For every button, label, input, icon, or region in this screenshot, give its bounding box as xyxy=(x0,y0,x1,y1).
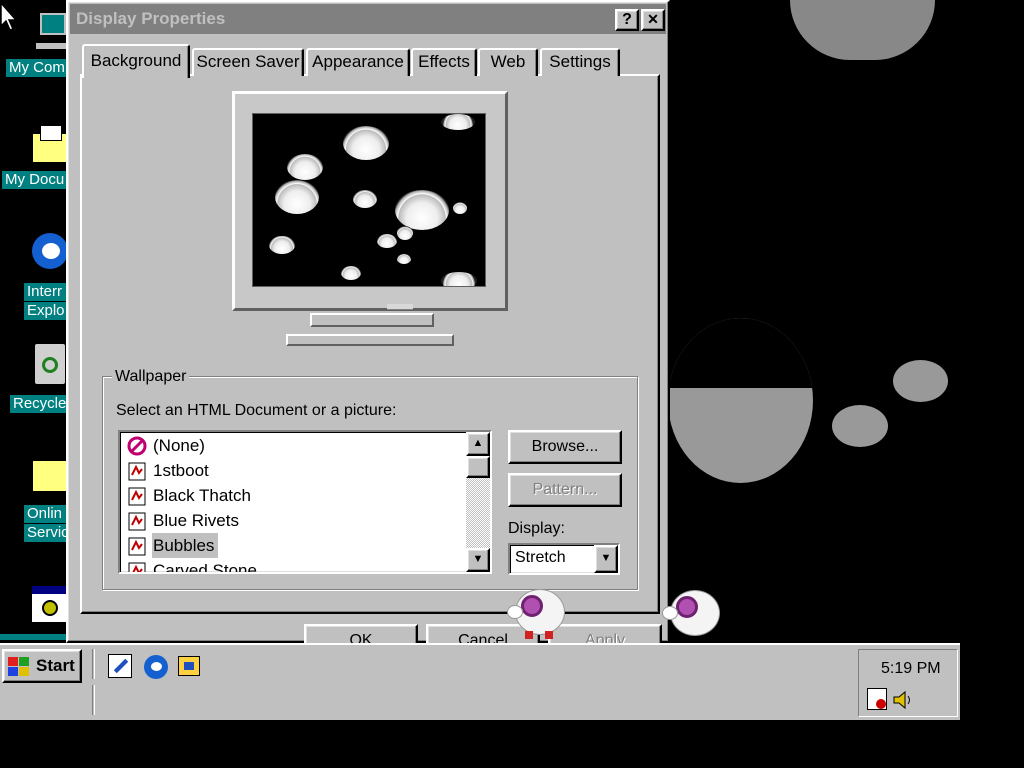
desktop-icon-label: Onlin xyxy=(24,505,70,523)
sheep-character[interactable] xyxy=(662,588,722,642)
quicklaunch-channels-icon[interactable] xyxy=(178,654,202,678)
desktop-icon-my-documents[interactable]: My Docu xyxy=(0,115,70,195)
list-item-selected[interactable]: Bubbles xyxy=(124,533,460,558)
wallpaper-bubble-top xyxy=(790,0,935,60)
desktop-icon-recycle-bin[interactable]: Recycle xyxy=(0,335,70,420)
folder-icon xyxy=(30,454,70,494)
listbox-scrollbar[interactable]: ▲ ▼ xyxy=(466,432,490,572)
system-tray: 5:19 PM xyxy=(858,649,958,717)
desktop-icon-label: Recycle xyxy=(10,395,70,413)
wallpaper-bubble-small-2 xyxy=(832,405,888,447)
list-item-label: Blue Rivets xyxy=(153,511,239,530)
wallpaper-group-label: Wallpaper xyxy=(112,368,190,386)
wallpaper-bubble-large xyxy=(668,318,813,483)
display-properties-dialog: Display Properties ? ✕ Background Screen… xyxy=(66,0,670,643)
list-item-label: 1stboot xyxy=(153,461,209,480)
chevron-down-icon[interactable]: ▼ xyxy=(594,545,618,573)
close-button[interactable]: ✕ xyxy=(641,9,665,31)
tab-background[interactable]: Background xyxy=(82,44,190,78)
desktop-icon-setup[interactable] xyxy=(0,580,70,640)
monitor-base xyxy=(286,334,454,346)
list-item[interactable]: Black Thatch xyxy=(124,483,460,508)
taskbar-divider xyxy=(92,649,95,679)
none-icon xyxy=(127,436,147,456)
tab-appearance[interactable]: Appearance xyxy=(306,48,410,76)
desktop-icon-label: Interr xyxy=(24,283,70,301)
browse-button[interactable]: Browse... xyxy=(508,430,622,464)
wallpaper-bubble-small-1 xyxy=(893,360,948,402)
desktop-icon-label: Servic xyxy=(24,524,70,542)
tab-screen-saver[interactable]: Screen Saver xyxy=(192,48,304,76)
scroll-down-button[interactable]: ▼ xyxy=(466,548,490,572)
wallpaper-listbox[interactable]: (None) 1stboot Black Thatch Blue Rivets … xyxy=(118,430,492,574)
pattern-button[interactable]: Pattern... xyxy=(508,473,622,507)
list-item-label: Carved Stone xyxy=(153,561,257,574)
clock[interactable]: 5:19 PM xyxy=(881,660,941,678)
display-dropdown[interactable]: Stretch ▼ xyxy=(508,543,620,575)
monitor-stand xyxy=(310,313,434,327)
image-file-icon xyxy=(128,462,146,481)
list-item-label: (None) xyxy=(153,436,205,455)
window-title: Display Properties xyxy=(76,9,226,28)
start-button[interactable]: Start xyxy=(2,649,82,683)
desktop-icon-internet-explorer[interactable]: Interr Explo xyxy=(0,225,70,325)
scroll-thumb[interactable] xyxy=(466,456,490,478)
tab-effects[interactable]: Effects xyxy=(411,48,477,76)
help-button[interactable]: ? xyxy=(615,9,639,31)
display-label: Display: xyxy=(508,520,565,537)
desktop-icon-label: My Docu xyxy=(2,171,70,189)
taskbar-divider xyxy=(92,685,95,715)
scroll-up-button[interactable]: ▲ xyxy=(466,432,490,456)
image-file-icon xyxy=(128,562,146,572)
list-item[interactable]: Carved Stone xyxy=(124,558,460,574)
desktop: My Com My Docu Interr Explo Recycle Onli… xyxy=(0,0,960,643)
monitor-power-led xyxy=(387,304,413,310)
start-label: Start xyxy=(36,656,75,675)
sheep-character[interactable] xyxy=(505,585,569,641)
recycle-bin-icon xyxy=(32,341,68,387)
volume-icon[interactable] xyxy=(891,688,915,712)
image-file-icon xyxy=(128,537,146,556)
monitor-preview xyxy=(232,91,508,311)
folder-icon xyxy=(32,123,70,165)
desktop-icon-online-services[interactable]: Onlin Servic xyxy=(0,448,70,548)
image-file-icon xyxy=(128,487,146,506)
select-wallpaper-label: Select an HTML Document or a picture: xyxy=(116,402,397,419)
scheduler-icon[interactable] xyxy=(867,688,887,710)
wallpaper-preview xyxy=(252,113,486,287)
quicklaunch-ie-icon[interactable] xyxy=(143,654,169,680)
list-item[interactable]: (None) xyxy=(124,433,460,458)
windows-logo-icon xyxy=(8,657,30,677)
list-item-label: Bubbles xyxy=(152,533,219,558)
taskbar: Start 5:19 PM xyxy=(0,643,960,720)
desktop-icon-label: Explo xyxy=(24,302,70,320)
display-dropdown-value: Stretch xyxy=(515,549,566,566)
title-bar[interactable]: Display Properties ? ✕ xyxy=(70,4,666,34)
list-item[interactable]: 1stboot xyxy=(124,458,460,483)
tab-settings[interactable]: Settings xyxy=(540,48,620,76)
ok-button[interactable]: OK xyxy=(304,624,418,643)
internet-explorer-icon xyxy=(30,229,70,273)
list-item-label: Black Thatch xyxy=(153,486,251,505)
setup-icon xyxy=(30,584,70,624)
desktop-icon-label: My Com xyxy=(6,59,70,77)
tab-web[interactable]: Web xyxy=(478,48,538,76)
quicklaunch-edit-icon[interactable] xyxy=(108,654,132,678)
image-file-icon xyxy=(128,512,146,531)
list-item[interactable]: Blue Rivets xyxy=(124,508,460,533)
desktop-icon-my-computer[interactable]: My Com xyxy=(0,5,72,80)
